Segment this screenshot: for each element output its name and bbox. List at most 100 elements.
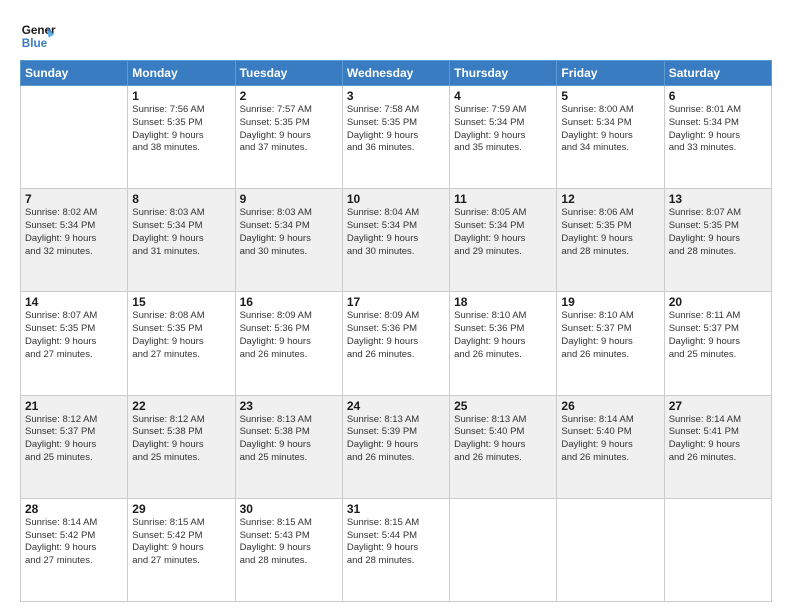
calendar-cell: 8Sunrise: 8:03 AM Sunset: 5:34 PM Daylig…: [128, 189, 235, 292]
day-info: Sunrise: 8:05 AM Sunset: 5:34 PM Dayligh…: [454, 207, 552, 258]
day-info: Sunrise: 8:10 AM Sunset: 5:37 PM Dayligh…: [561, 310, 659, 361]
calendar-cell: [557, 498, 664, 601]
calendar-cell: 10Sunrise: 8:04 AM Sunset: 5:34 PM Dayli…: [342, 189, 449, 292]
day-number: 17: [347, 295, 445, 309]
calendar-cell: 26Sunrise: 8:14 AM Sunset: 5:40 PM Dayli…: [557, 395, 664, 498]
day-info: Sunrise: 8:03 AM Sunset: 5:34 PM Dayligh…: [132, 207, 230, 258]
day-number: 6: [669, 89, 767, 103]
day-number: 24: [347, 399, 445, 413]
day-info: Sunrise: 8:15 AM Sunset: 5:44 PM Dayligh…: [347, 517, 445, 568]
calendar-cell: 25Sunrise: 8:13 AM Sunset: 5:40 PM Dayli…: [450, 395, 557, 498]
day-info: Sunrise: 8:11 AM Sunset: 5:37 PM Dayligh…: [669, 310, 767, 361]
calendar-cell: 7Sunrise: 8:02 AM Sunset: 5:34 PM Daylig…: [21, 189, 128, 292]
calendar-cell: 15Sunrise: 8:08 AM Sunset: 5:35 PM Dayli…: [128, 292, 235, 395]
logo-icon: General Blue: [20, 18, 56, 54]
day-info: Sunrise: 8:13 AM Sunset: 5:40 PM Dayligh…: [454, 414, 552, 465]
calendar-cell: 14Sunrise: 8:07 AM Sunset: 5:35 PM Dayli…: [21, 292, 128, 395]
weekday-header-sunday: Sunday: [21, 61, 128, 86]
calendar-cell: 21Sunrise: 8:12 AM Sunset: 5:37 PM Dayli…: [21, 395, 128, 498]
calendar-week-row: 7Sunrise: 8:02 AM Sunset: 5:34 PM Daylig…: [21, 189, 772, 292]
calendar-cell: [21, 86, 128, 189]
calendar-cell: 9Sunrise: 8:03 AM Sunset: 5:34 PM Daylig…: [235, 189, 342, 292]
day-info: Sunrise: 8:08 AM Sunset: 5:35 PM Dayligh…: [132, 310, 230, 361]
calendar-cell: 17Sunrise: 8:09 AM Sunset: 5:36 PM Dayli…: [342, 292, 449, 395]
day-info: Sunrise: 8:14 AM Sunset: 5:40 PM Dayligh…: [561, 414, 659, 465]
calendar-cell: 5Sunrise: 8:00 AM Sunset: 5:34 PM Daylig…: [557, 86, 664, 189]
day-number: 11: [454, 192, 552, 206]
day-number: 18: [454, 295, 552, 309]
calendar-cell: 30Sunrise: 8:15 AM Sunset: 5:43 PM Dayli…: [235, 498, 342, 601]
day-number: 10: [347, 192, 445, 206]
calendar-week-row: 21Sunrise: 8:12 AM Sunset: 5:37 PM Dayli…: [21, 395, 772, 498]
day-number: 21: [25, 399, 123, 413]
day-number: 20: [669, 295, 767, 309]
day-info: Sunrise: 8:02 AM Sunset: 5:34 PM Dayligh…: [25, 207, 123, 258]
day-number: 13: [669, 192, 767, 206]
calendar-cell: 6Sunrise: 8:01 AM Sunset: 5:34 PM Daylig…: [664, 86, 771, 189]
day-number: 31: [347, 502, 445, 516]
day-info: Sunrise: 8:12 AM Sunset: 5:38 PM Dayligh…: [132, 414, 230, 465]
calendar-cell: 3Sunrise: 7:58 AM Sunset: 5:35 PM Daylig…: [342, 86, 449, 189]
page: General Blue SundayMondayTuesdayWednesda…: [0, 0, 792, 612]
day-info: Sunrise: 8:09 AM Sunset: 5:36 PM Dayligh…: [347, 310, 445, 361]
svg-text:Blue: Blue: [22, 37, 48, 50]
calendar-cell: 27Sunrise: 8:14 AM Sunset: 5:41 PM Dayli…: [664, 395, 771, 498]
day-number: 3: [347, 89, 445, 103]
day-number: 7: [25, 192, 123, 206]
day-info: Sunrise: 8:03 AM Sunset: 5:34 PM Dayligh…: [240, 207, 338, 258]
day-number: 16: [240, 295, 338, 309]
day-number: 1: [132, 89, 230, 103]
day-number: 25: [454, 399, 552, 413]
day-number: 14: [25, 295, 123, 309]
logo: General Blue: [20, 18, 56, 54]
calendar-week-row: 28Sunrise: 8:14 AM Sunset: 5:42 PM Dayli…: [21, 498, 772, 601]
day-number: 30: [240, 502, 338, 516]
day-number: 28: [25, 502, 123, 516]
calendar-week-row: 14Sunrise: 8:07 AM Sunset: 5:35 PM Dayli…: [21, 292, 772, 395]
calendar-cell: 23Sunrise: 8:13 AM Sunset: 5:38 PM Dayli…: [235, 395, 342, 498]
day-info: Sunrise: 8:13 AM Sunset: 5:39 PM Dayligh…: [347, 414, 445, 465]
weekday-header-monday: Monday: [128, 61, 235, 86]
calendar-cell: 1Sunrise: 7:56 AM Sunset: 5:35 PM Daylig…: [128, 86, 235, 189]
weekday-header-tuesday: Tuesday: [235, 61, 342, 86]
day-info: Sunrise: 8:10 AM Sunset: 5:36 PM Dayligh…: [454, 310, 552, 361]
calendar-cell: 29Sunrise: 8:15 AM Sunset: 5:42 PM Dayli…: [128, 498, 235, 601]
calendar-cell: 28Sunrise: 8:14 AM Sunset: 5:42 PM Dayli…: [21, 498, 128, 601]
day-info: Sunrise: 8:01 AM Sunset: 5:34 PM Dayligh…: [669, 104, 767, 155]
calendar-cell: 31Sunrise: 8:15 AM Sunset: 5:44 PM Dayli…: [342, 498, 449, 601]
day-number: 5: [561, 89, 659, 103]
day-info: Sunrise: 8:09 AM Sunset: 5:36 PM Dayligh…: [240, 310, 338, 361]
calendar-cell: [664, 498, 771, 601]
day-info: Sunrise: 7:56 AM Sunset: 5:35 PM Dayligh…: [132, 104, 230, 155]
weekday-header-wednesday: Wednesday: [342, 61, 449, 86]
day-number: 26: [561, 399, 659, 413]
calendar-week-row: 1Sunrise: 7:56 AM Sunset: 5:35 PM Daylig…: [21, 86, 772, 189]
calendar-cell: 2Sunrise: 7:57 AM Sunset: 5:35 PM Daylig…: [235, 86, 342, 189]
calendar-cell: 12Sunrise: 8:06 AM Sunset: 5:35 PM Dayli…: [557, 189, 664, 292]
calendar-cell: 13Sunrise: 8:07 AM Sunset: 5:35 PM Dayli…: [664, 189, 771, 292]
day-info: Sunrise: 8:04 AM Sunset: 5:34 PM Dayligh…: [347, 207, 445, 258]
day-number: 23: [240, 399, 338, 413]
day-number: 9: [240, 192, 338, 206]
header: General Blue: [20, 18, 772, 54]
day-number: 4: [454, 89, 552, 103]
day-info: Sunrise: 8:07 AM Sunset: 5:35 PM Dayligh…: [669, 207, 767, 258]
day-info: Sunrise: 8:06 AM Sunset: 5:35 PM Dayligh…: [561, 207, 659, 258]
day-info: Sunrise: 8:13 AM Sunset: 5:38 PM Dayligh…: [240, 414, 338, 465]
day-info: Sunrise: 8:00 AM Sunset: 5:34 PM Dayligh…: [561, 104, 659, 155]
calendar-cell: 4Sunrise: 7:59 AM Sunset: 5:34 PM Daylig…: [450, 86, 557, 189]
day-info: Sunrise: 8:07 AM Sunset: 5:35 PM Dayligh…: [25, 310, 123, 361]
day-info: Sunrise: 8:12 AM Sunset: 5:37 PM Dayligh…: [25, 414, 123, 465]
day-number: 12: [561, 192, 659, 206]
day-number: 29: [132, 502, 230, 516]
day-number: 2: [240, 89, 338, 103]
calendar-cell: 22Sunrise: 8:12 AM Sunset: 5:38 PM Dayli…: [128, 395, 235, 498]
calendar-cell: 18Sunrise: 8:10 AM Sunset: 5:36 PM Dayli…: [450, 292, 557, 395]
day-info: Sunrise: 8:14 AM Sunset: 5:41 PM Dayligh…: [669, 414, 767, 465]
day-number: 15: [132, 295, 230, 309]
day-info: Sunrise: 7:59 AM Sunset: 5:34 PM Dayligh…: [454, 104, 552, 155]
calendar-cell: 16Sunrise: 8:09 AM Sunset: 5:36 PM Dayli…: [235, 292, 342, 395]
calendar-cell: 20Sunrise: 8:11 AM Sunset: 5:37 PM Dayli…: [664, 292, 771, 395]
day-number: 22: [132, 399, 230, 413]
weekday-header-friday: Friday: [557, 61, 664, 86]
